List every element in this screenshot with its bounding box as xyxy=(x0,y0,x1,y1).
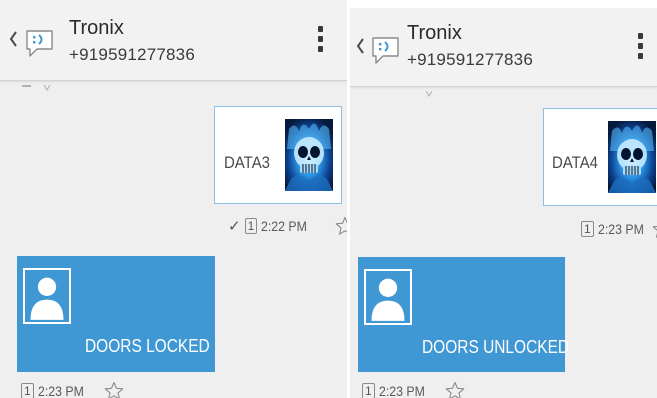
incoming-message-bubble[interactable]: DOORS LOCKED xyxy=(17,256,215,372)
sim-badge: 1 xyxy=(362,383,375,398)
sim-badge: 1 xyxy=(581,221,594,237)
message-meta: ✓ 1 2:22 PM xyxy=(228,216,347,236)
incoming-message-bubble[interactable]: DOORS UNLOCKED xyxy=(358,257,569,372)
contact-name: Tronix xyxy=(69,17,124,39)
overflow-menu-icon[interactable] xyxy=(636,33,644,63)
message-meta: 1 2:23 PM xyxy=(581,219,657,239)
overflow-menu-icon[interactable] xyxy=(316,26,324,56)
contact-name: Tronix xyxy=(407,22,462,44)
contact-number: +919591277836 xyxy=(407,50,533,69)
messaging-app-icon[interactable] xyxy=(370,34,401,65)
chevron-left-icon[interactable] xyxy=(9,31,18,47)
star-icon[interactable] xyxy=(652,219,657,239)
contact-placeholder-icon xyxy=(23,268,71,324)
check-icon: ✓ xyxy=(228,218,241,235)
message-time: 2:23 PM xyxy=(37,383,84,398)
message-meta: 1 2:23 PM xyxy=(21,381,124,398)
contact-number: +919591277836 xyxy=(69,45,195,64)
message-meta: 1 2:23 PM xyxy=(362,381,465,398)
outgoing-message-bubble[interactable]: DATA3 xyxy=(214,106,342,204)
outgoing-message-bubble[interactable]: DATA4 xyxy=(543,108,657,206)
message-time: 2:22 PM xyxy=(261,218,308,234)
message-text: DATA4 xyxy=(552,153,599,172)
chevron-left-icon[interactable] xyxy=(356,38,365,54)
partially-hidden-meta-icons xyxy=(20,80,60,91)
message-text: DOORS UNLOCKED xyxy=(422,337,570,357)
conversation-panel-right: Tronix +919591277836 DATA4 1 2:23 PM DOO… xyxy=(350,8,657,398)
star-icon[interactable] xyxy=(335,216,347,236)
conversation-header: Tronix +919591277836 xyxy=(350,8,657,87)
sim-badge: 1 xyxy=(21,383,34,398)
skull-image-thumbnail[interactable] xyxy=(608,121,656,193)
conversation-panel-left: Tronix +919591277836 DATA3 ✓ 1 2:22 PM D… xyxy=(0,0,347,398)
message-text: DOORS LOCKED xyxy=(85,336,210,356)
sim-badge: 1 xyxy=(244,218,258,234)
message-time: 2:23 PM xyxy=(378,383,425,398)
skull-image-thumbnail[interactable] xyxy=(285,119,333,191)
star-icon[interactable] xyxy=(445,381,465,398)
star-icon[interactable] xyxy=(104,381,124,398)
message-text: DATA3 xyxy=(224,153,271,172)
messaging-app-icon[interactable] xyxy=(24,27,55,58)
conversation-header: Tronix +919591277836 xyxy=(0,0,347,81)
message-time: 2:23 PM xyxy=(597,221,644,237)
contact-placeholder-icon xyxy=(364,269,412,325)
partially-hidden-meta-icons xyxy=(424,86,464,97)
